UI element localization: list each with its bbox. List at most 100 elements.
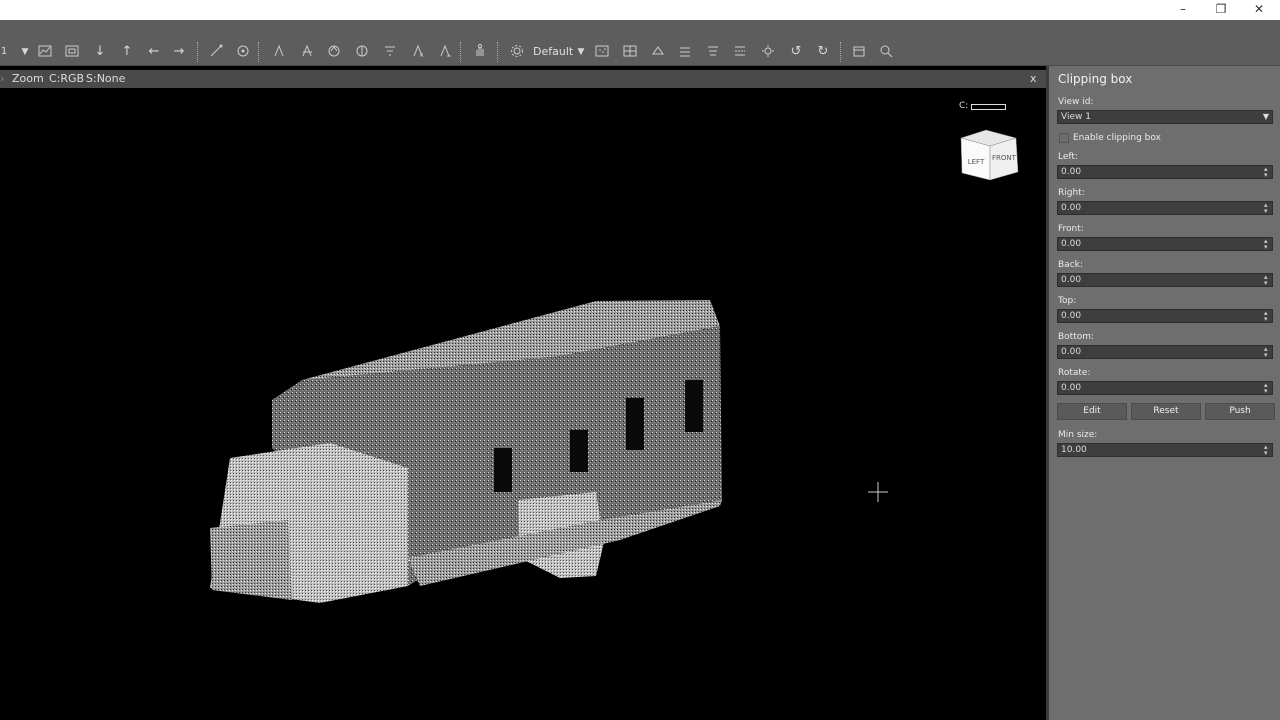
selection-label: S:None bbox=[86, 72, 126, 85]
menu-area bbox=[0, 20, 1280, 38]
pick-point-icon[interactable] bbox=[268, 42, 290, 62]
view-id-value: View 1 bbox=[1061, 112, 1091, 122]
spinner-icon[interactable]: ▴ ▾ bbox=[1264, 238, 1270, 251]
restore-button[interactable]: ❐ bbox=[1202, 0, 1240, 20]
pick-corner-icon[interactable] bbox=[434, 42, 456, 62]
spinner-icon[interactable]: ▴ ▾ bbox=[1264, 444, 1270, 457]
grid-view-icon[interactable] bbox=[619, 42, 641, 62]
settings-gear-icon[interactable] bbox=[757, 42, 779, 62]
clipping-box-panel: Clipping box View id: View 1 ▼ Enable cl… bbox=[1049, 66, 1280, 720]
window bbox=[494, 448, 512, 492]
toolbar-counter: 1 bbox=[0, 46, 8, 57]
window bbox=[570, 430, 588, 472]
close-window-button[interactable]: ✕ bbox=[1240, 0, 1278, 20]
close-view-button[interactable]: x bbox=[1030, 70, 1037, 88]
top-input[interactable]: 0.00 ▴ ▾ bbox=[1057, 309, 1273, 323]
frame-view-icon[interactable] bbox=[61, 42, 83, 62]
shape-view-icon[interactable] bbox=[647, 42, 669, 62]
preset-gear-icon[interactable] bbox=[506, 42, 528, 62]
view-id-select[interactable]: View 1 ▼ bbox=[1057, 110, 1273, 124]
panel-title: Clipping box bbox=[1058, 72, 1133, 86]
view-id-label: View id: bbox=[1058, 97, 1094, 107]
front-value: 0.00 bbox=[1061, 239, 1082, 249]
rotate-label: Rotate: bbox=[1058, 368, 1091, 378]
pick-sphere-icon[interactable] bbox=[323, 42, 345, 62]
min-size-label: Min size: bbox=[1058, 430, 1098, 440]
left-label: Left: bbox=[1058, 152, 1078, 162]
title-bar: – ❐ ✕ bbox=[0, 0, 1280, 20]
rotate-value: 0.00 bbox=[1061, 383, 1082, 393]
spinner-icon[interactable]: ▴ ▾ bbox=[1264, 346, 1270, 359]
chevron-down-icon[interactable]: ▼ bbox=[14, 42, 36, 62]
preset-label[interactable]: Default bbox=[533, 42, 573, 62]
chevron-down-icon: ▼ bbox=[1262, 112, 1269, 121]
chevron-down-icon[interactable]: ▼ bbox=[570, 42, 592, 62]
mode-label: Zoom bbox=[12, 72, 44, 85]
right-value: 0.00 bbox=[1061, 203, 1082, 213]
toolbar-separator bbox=[197, 42, 199, 62]
enable-clipping-checkbox[interactable] bbox=[1059, 133, 1069, 143]
right-input[interactable]: 0.00 ▴ ▾ bbox=[1057, 201, 1273, 215]
svg-text:R: R bbox=[420, 53, 424, 58]
push-button[interactable]: Push bbox=[1205, 403, 1275, 420]
front-input[interactable]: 0.00 ▴ ▾ bbox=[1057, 237, 1273, 251]
toolbar-separator bbox=[840, 42, 842, 62]
toolbar-separator bbox=[258, 42, 260, 62]
undo-icon[interactable]: ↺ bbox=[785, 42, 807, 62]
spinner-icon[interactable]: ▴ ▾ bbox=[1264, 382, 1270, 395]
minimize-button[interactable]: – bbox=[1164, 0, 1202, 20]
pick-line-icon[interactable] bbox=[379, 42, 401, 62]
pick-cylinder-icon[interactable] bbox=[351, 42, 373, 62]
measure-icon[interactable] bbox=[205, 42, 227, 62]
cloud-view-icon[interactable] bbox=[591, 42, 613, 62]
back-value: 0.00 bbox=[1061, 275, 1082, 285]
redo-icon[interactable]: ↻ bbox=[812, 42, 834, 62]
layers-icon[interactable] bbox=[674, 42, 696, 62]
front-label: Front: bbox=[1058, 224, 1084, 234]
spinner-icon[interactable]: ▴ ▾ bbox=[1264, 274, 1270, 287]
color-indicator-label: C: bbox=[959, 101, 969, 111]
bottom-label: Bottom: bbox=[1058, 332, 1095, 342]
toolbar-separator bbox=[460, 42, 462, 62]
top-value: 0.00 bbox=[1061, 311, 1082, 321]
toolbar: 1 ▼ ↓ ↑ ← → R Default ▼ ↺ ↻ bbox=[0, 38, 1280, 66]
reset-button[interactable]: Reset bbox=[1131, 403, 1201, 420]
arrow-right-icon[interactable]: → bbox=[168, 42, 190, 62]
left-input[interactable]: 0.00 ▴ ▾ bbox=[1057, 165, 1273, 179]
color-mode-label: C:RGB bbox=[49, 72, 85, 85]
pick-edge-icon[interactable]: R bbox=[407, 42, 429, 62]
pick-plane-icon[interactable] bbox=[296, 42, 318, 62]
bottom-value: 0.00 bbox=[1061, 347, 1082, 357]
chart-view-icon[interactable] bbox=[34, 42, 56, 62]
point-cloud-render bbox=[210, 300, 888, 603]
spinner-icon[interactable]: ▴ ▾ bbox=[1264, 202, 1270, 215]
navcube-front-label: FRONT bbox=[992, 154, 1017, 162]
spinner-icon[interactable]: ▴ ▾ bbox=[1264, 166, 1270, 179]
arrow-left-icon[interactable]: ← bbox=[143, 42, 165, 62]
slice-icon[interactable] bbox=[729, 42, 751, 62]
top-label: Top: bbox=[1058, 296, 1077, 306]
back-label: Back: bbox=[1058, 260, 1083, 270]
toolbar-separator bbox=[497, 42, 499, 62]
spinner-icon[interactable]: ▴ ▾ bbox=[1264, 310, 1270, 323]
edit-button[interactable]: Edit bbox=[1057, 403, 1127, 420]
min-size-input[interactable]: 10.00 ▴ ▾ bbox=[1057, 443, 1273, 457]
enable-clipping-label: Enable clipping box bbox=[1073, 133, 1161, 143]
orbit-icon[interactable] bbox=[232, 42, 254, 62]
arrow-up-icon[interactable]: ↑ bbox=[116, 42, 138, 62]
clip-icon[interactable] bbox=[848, 42, 870, 62]
window bbox=[626, 398, 644, 450]
3d-viewport[interactable]: C: LEFT FRONT bbox=[0, 88, 1046, 720]
stack-icon[interactable] bbox=[702, 42, 724, 62]
rotate-input[interactable]: 0.00 ▴ ▾ bbox=[1057, 381, 1273, 395]
back-input[interactable]: 0.00 ▴ ▾ bbox=[1057, 273, 1273, 287]
viewport-header: › Zoom C:RGB S:None x bbox=[0, 70, 1046, 88]
annex-box bbox=[210, 520, 292, 600]
left-value: 0.00 bbox=[1061, 167, 1082, 177]
hand-select-icon[interactable] bbox=[469, 42, 491, 62]
search-cloud-icon[interactable] bbox=[875, 42, 897, 62]
navigation-cube-icon[interactable]: LEFT FRONT bbox=[958, 128, 1020, 184]
arrow-down-icon[interactable]: ↓ bbox=[89, 42, 111, 62]
color-indicator-bar bbox=[971, 104, 1006, 110]
bottom-input[interactable]: 0.00 ▴ ▾ bbox=[1057, 345, 1273, 359]
